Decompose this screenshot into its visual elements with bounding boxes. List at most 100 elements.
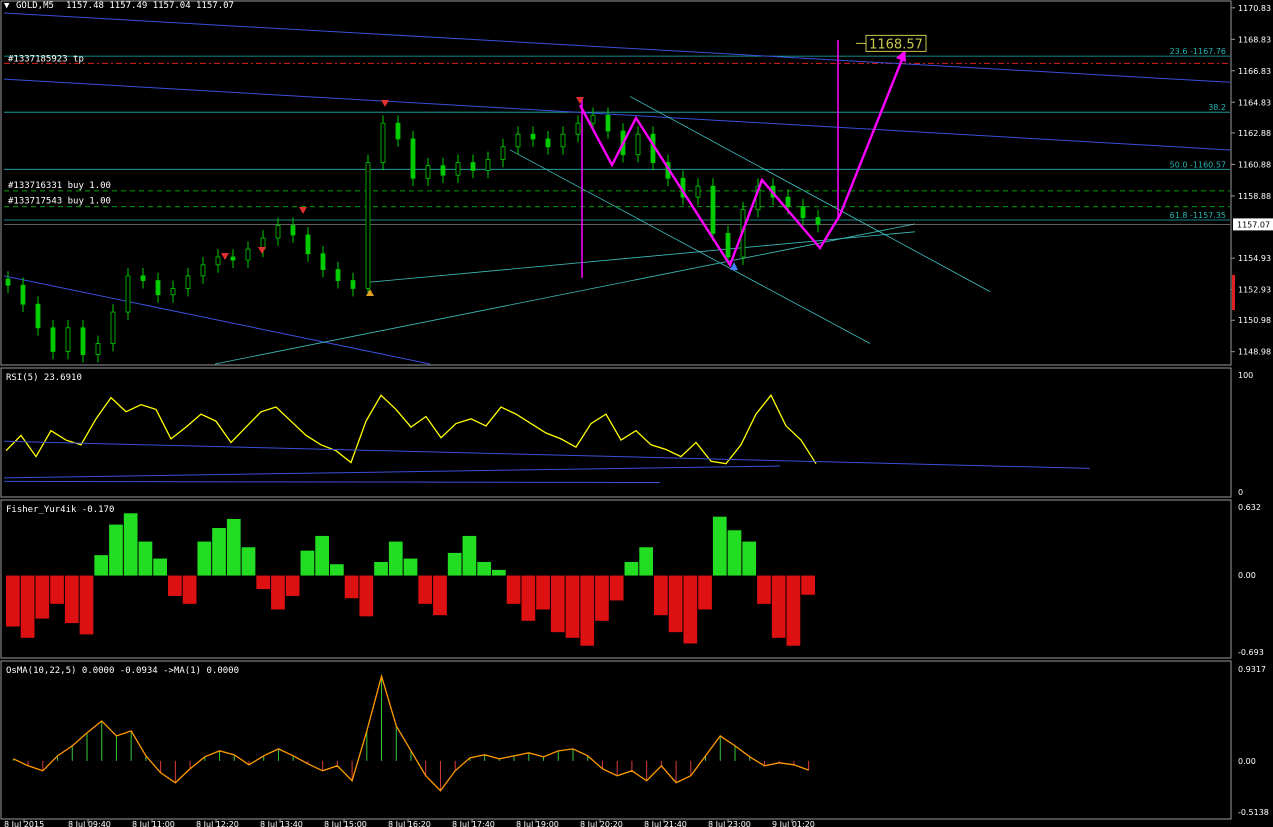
- projection-zigzag[interactable]: [578, 51, 907, 268]
- price-tick-label: 1148.98: [1238, 348, 1271, 357]
- candle-body: [425, 165, 431, 179]
- fisher-bar: [285, 575, 300, 596]
- time-tick-label: 8 Jul 23:00: [708, 820, 751, 827]
- time-axis: 8 Jul 2015 8 Jul 09:40 8 Jul 11:00 8 Jul 12…: [4, 819, 815, 827]
- candle-body: [305, 234, 311, 255]
- candle-body: [785, 196, 791, 208]
- support-line-b: [214, 223, 916, 365]
- candle-body: [455, 162, 461, 176]
- fisher-bar: [344, 575, 359, 599]
- candle-body: [50, 327, 56, 352]
- candle-body: [320, 253, 326, 270]
- candle-body: [470, 162, 476, 171]
- fisher-bar: [624, 561, 639, 576]
- fisher-bar: [123, 513, 138, 576]
- fisher-bar: [683, 575, 698, 644]
- price-tick-label: 1164.83: [1238, 98, 1271, 107]
- fisher-tick-bottom: -0.693: [1238, 648, 1264, 657]
- candle-body: [275, 225, 281, 239]
- fractal-down-icon-2: [299, 207, 307, 214]
- candle-body: [80, 327, 86, 355]
- candle-body: [605, 114, 611, 132]
- candle-body: [635, 133, 641, 156]
- price-tick-label: 1160.88: [1238, 160, 1271, 169]
- candle-body: [290, 225, 296, 236]
- buy-order-label-0: #133716331 buy 1.00: [8, 181, 111, 191]
- osma-tick-top: 0.9317: [1238, 665, 1266, 674]
- rsi-pane: [3, 394, 1091, 484]
- candle-body: [590, 114, 596, 124]
- rsi-trendline-mid: [3, 465, 781, 479]
- time-tick-label: 8 Jul 19:00: [516, 820, 559, 827]
- candle-body: [395, 122, 401, 140]
- channel-lower: [509, 149, 871, 344]
- collapse-triangle-icon[interactable]: ▼: [4, 1, 10, 11]
- fractal-down-icon-3: [221, 253, 229, 260]
- pane-frames: [0, 0, 1232, 820]
- candle-body: [245, 248, 251, 261]
- main-pane-lines: 23.6 -1167.76 38.2 50.0 -1160.57 61.8 -1157…: [3, 12, 1231, 365]
- candle-body: [335, 269, 341, 281]
- osma-pane: [12, 673, 810, 792]
- candle-body: [155, 280, 161, 296]
- fisher-bar: [20, 575, 35, 638]
- rsi-trendline-upper: [3, 440, 1091, 469]
- ohlc-readout: 1157.48 1157.49 1157.04 1157.07: [66, 1, 234, 11]
- fisher-bar: [742, 541, 757, 576]
- fisher-bar: [698, 575, 712, 610]
- candle-body: [350, 280, 356, 289]
- price-tick-label: 1168.83: [1238, 35, 1271, 44]
- price-axis: 1170.83 1168.83 1166.83 1164.83 1162.88 1160.…: [1231, 4, 1273, 357]
- osma-tick-bottom: -0.5138: [1238, 808, 1269, 817]
- fisher-bar: [609, 575, 624, 601]
- fisher-bar: [35, 575, 50, 619]
- drawings-layer[interactable]: 1168.57: [221, 34, 927, 296]
- candle-body: [65, 327, 71, 352]
- mt4-chart-window[interactable]: 23.6 -1167.76 38.2 50.0 -1160.57 61.8 -1157…: [0, 0, 1273, 827]
- time-tick-label: 8 Jul 09:40: [68, 820, 111, 827]
- price-tick-label: 1154.93: [1238, 254, 1271, 263]
- price-tick-label: 1162.88: [1238, 129, 1271, 138]
- price-tick-label: 1166.83: [1238, 67, 1271, 76]
- rsi-line: [5, 394, 817, 465]
- fisher-bar: [727, 530, 742, 576]
- price-tick-label: 1152.93: [1238, 286, 1271, 295]
- fisher-bar: [64, 575, 79, 624]
- fisher-bar: [536, 575, 550, 610]
- fisher-bar: [595, 575, 609, 621]
- fisher-bar: [771, 575, 786, 638]
- fisher-bar: [580, 575, 595, 646]
- candle-body: [500, 146, 506, 160]
- fisher-bar: [197, 541, 212, 576]
- symbol-label: GOLD,M5: [16, 1, 54, 11]
- fisher-bar: [639, 547, 653, 576]
- fisher-bar: [550, 575, 565, 633]
- current-price-text: 1157.07: [1237, 220, 1270, 229]
- candle-body: [545, 138, 551, 148]
- fisher-tick-top: 0.632: [1238, 503, 1261, 512]
- fisher-tick-zero: 0.00: [1238, 571, 1256, 580]
- chart-canvas[interactable]: 23.6 -1167.76 38.2 50.0 -1160.57 61.8 -1157…: [0, 0, 1273, 827]
- candle-body: [230, 256, 236, 261]
- candle-body: [485, 158, 491, 171]
- rsi-tick-100: 100: [1238, 371, 1253, 380]
- fisher-bar: [477, 561, 491, 576]
- candle-body: [35, 303, 41, 329]
- candle-body: [530, 133, 536, 140]
- fisher-bar: [757, 575, 771, 604]
- candle-body: [560, 133, 566, 148]
- fisher-bar: [712, 516, 727, 576]
- time-tick-label: 8 Jul 2015: [4, 820, 44, 827]
- fisher-bar: [403, 558, 418, 576]
- fisher-bar: [418, 575, 433, 604]
- price-tick-label: 1170.83: [1238, 4, 1271, 13]
- fisher-label: Fisher_Yur4ik -0.170: [6, 505, 114, 515]
- candle-body: [170, 288, 176, 296]
- fisher-bar: [433, 575, 447, 616]
- time-tick-label: 9 Jul 01:20: [772, 820, 815, 827]
- fractal-down-icon-1: [576, 97, 584, 104]
- fisher-bar: [6, 575, 20, 627]
- fisher-bar: [153, 558, 167, 576]
- fractal-down-icon-0: [381, 100, 389, 107]
- fisher-bar: [94, 555, 109, 576]
